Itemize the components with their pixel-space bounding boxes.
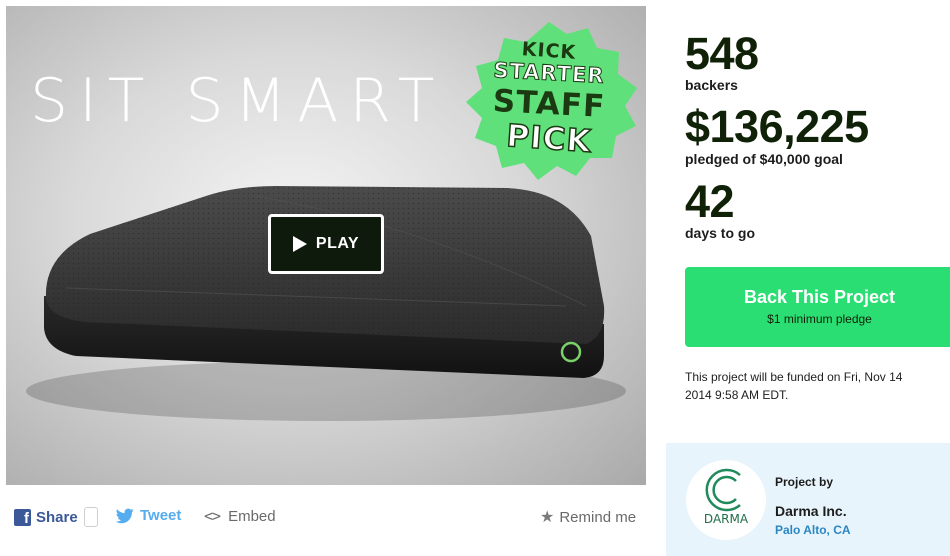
embed-button[interactable]: <> Embed [204, 507, 276, 525]
play-button[interactable]: PLAY [268, 214, 384, 274]
funding-deadline-note: This project will be funded on Fri, Nov … [685, 370, 903, 402]
remind-label: Remind me [559, 508, 637, 526]
share-bar: f Share Tweet <> Embed ★ Remind me [14, 503, 638, 529]
play-label: PLAY [315, 235, 360, 252]
pledged-amount: $136,225 [685, 101, 869, 152]
creator-location-link[interactable]: Palo Alto, CA [775, 523, 851, 537]
back-this-project-button[interactable]: Back This Project $1 minimum pledge [685, 267, 950, 347]
back-button-subtitle: $1 minimum pledge [767, 312, 872, 326]
remind-me-button[interactable]: ★ Remind me [540, 507, 636, 527]
facebook-share-button[interactable]: f Share [14, 507, 98, 527]
backers-count: 548 [685, 28, 759, 79]
twitter-icon [116, 508, 134, 523]
creator-name[interactable]: Darma Inc. [775, 503, 847, 519]
days-to-go-count: 42 [685, 176, 735, 227]
pledged-label: pledged of $40,000 goal [685, 151, 843, 167]
share-count-bubble [83, 507, 98, 527]
facebook-icon: f [14, 508, 31, 526]
tweet-button[interactable]: Tweet [116, 507, 181, 524]
creator-card: DARMA Project by Darma Inc. Palo Alto, C… [666, 443, 950, 556]
logo-wordmark: DARMA [704, 512, 749, 526]
star-icon: ★ [540, 509, 555, 526]
days-to-go-label: days to go [685, 225, 756, 241]
creator-avatar[interactable]: DARMA [686, 460, 766, 540]
tweet-label: Tweet [140, 507, 182, 524]
embed-label: Embed [228, 507, 276, 525]
back-button-title: Back This Project [743, 287, 896, 307]
darma-logo-icon: DARMA [704, 468, 749, 526]
play-icon [292, 236, 307, 252]
staff-pick-sticker: KICK STARTER STAFF PICK [454, 18, 644, 186]
project-video[interactable]: SIT SMART KICK STARTER STAFF PICK PLAY [6, 6, 646, 485]
project-by-label: Project by [775, 475, 834, 489]
code-brackets-icon: <> [204, 507, 221, 525]
share-label: Share [36, 508, 78, 526]
video-headline: SIT SMART [30, 66, 446, 136]
backers-label: backers [685, 77, 738, 93]
